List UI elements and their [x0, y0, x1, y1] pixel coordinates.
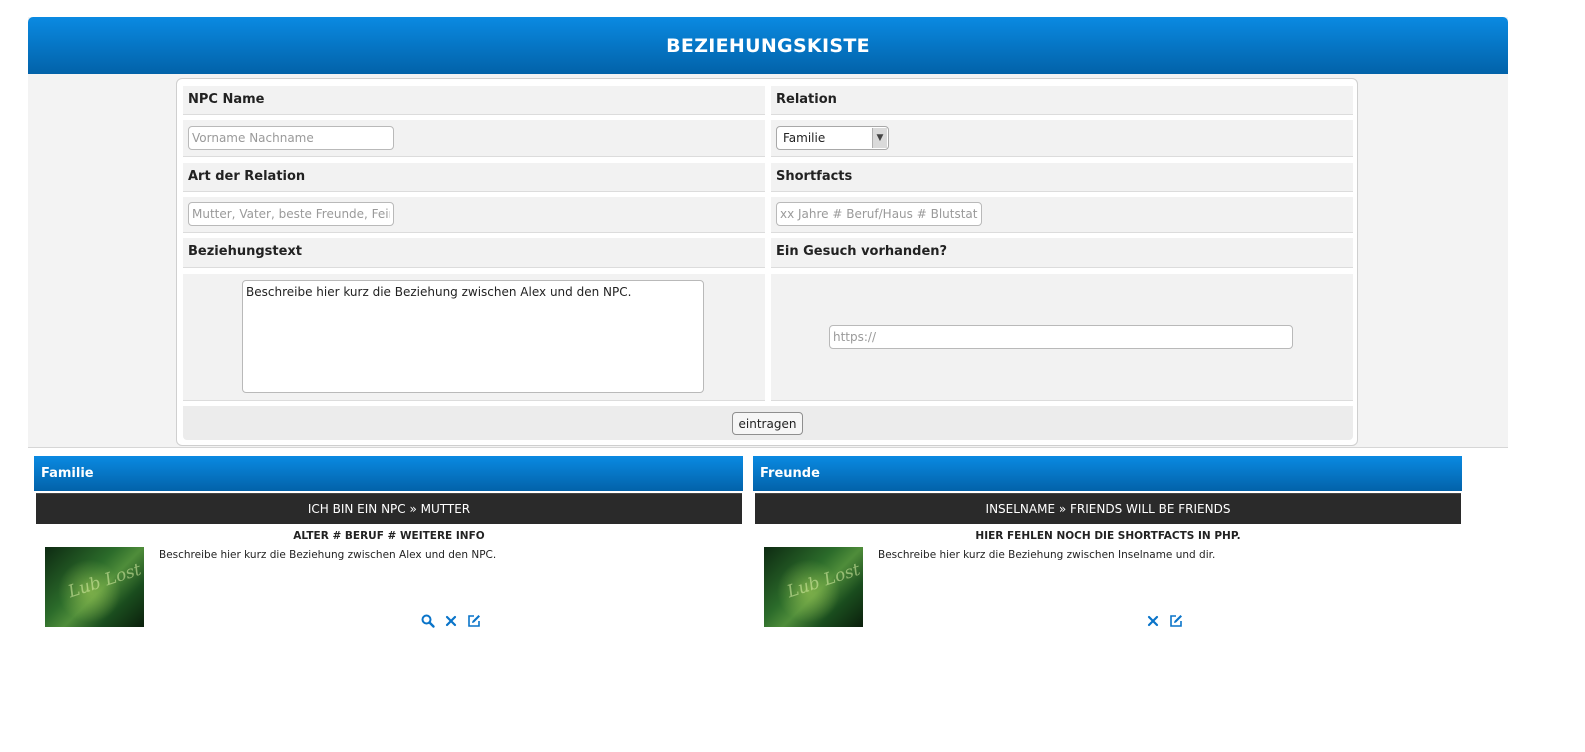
shortfacts-cell: [771, 197, 1353, 233]
beziehungstext-textarea[interactable]: Beschreibe hier kurz die Beziehung zwisc…: [242, 280, 704, 393]
gesuch-url-input[interactable]: [829, 325, 1293, 349]
entry-shortfacts: ALTER # BERUF # WEITERE INFO: [293, 530, 485, 542]
close-icon[interactable]: [443, 613, 459, 629]
npc-name-cell: [183, 120, 765, 157]
shortfacts-label: Shortfacts: [771, 163, 1353, 192]
relation-entry: ICH BIN EIN NPC » MUTTER ALTER # BERUF #…: [36, 493, 742, 633]
relation-entry: INSELNAME » FRIENDS WILL BE FRIENDS HIER…: [755, 493, 1461, 633]
close-icon[interactable]: [1145, 613, 1161, 629]
entry-body: Lub Lost Beschreibe hier kurz die Bezieh…: [755, 543, 1461, 633]
beziehungstext-cell: Beschreibe hier kurz die Beziehung zwisc…: [183, 274, 765, 401]
art-label: Art der Relation: [183, 163, 765, 192]
category-header-freunde: Freunde: [753, 456, 1462, 491]
art-input[interactable]: [188, 202, 394, 226]
edit-icon[interactable]: [1168, 613, 1184, 629]
gesuch-label: Ein Gesuch vorhanden?: [771, 238, 1353, 268]
entry-shortfacts: HIER FEHLEN NOCH DIE SHORTFACTS IN PHP.: [975, 530, 1241, 542]
category-header-familie: Familie: [34, 456, 743, 491]
chevron-down-icon: ▼: [872, 128, 887, 148]
relation-label: Relation: [771, 86, 1353, 115]
entry-actions: [1145, 613, 1187, 629]
npc-name-label: NPC Name: [183, 86, 765, 115]
relation-select-value: Familie: [783, 131, 826, 145]
relations-panel: BEZIEHUNGSKISTE NPC Name Relation Famili…: [28, 17, 1508, 448]
gesuch-cell: [771, 274, 1353, 401]
submit-row: eintragen: [183, 406, 1353, 440]
npc-avatar: Lub Lost: [45, 547, 144, 627]
search-icon[interactable]: [420, 613, 436, 629]
eintragen-button[interactable]: eintragen: [732, 412, 803, 435]
npc-name-input[interactable]: [188, 126, 394, 150]
entry-heading: ICH BIN EIN NPC » MUTTER: [36, 493, 742, 524]
entry-text: Beschreibe hier kurz die Beziehung zwisc…: [878, 549, 1216, 561]
art-cell: [183, 197, 765, 233]
add-relation-form: NPC Name Relation Familie ▼ Art der Rela…: [176, 78, 1358, 446]
relation-select[interactable]: Familie ▼: [776, 126, 889, 150]
entry-text: Beschreibe hier kurz die Beziehung zwisc…: [159, 549, 497, 561]
entry-heading: INSELNAME » FRIENDS WILL BE FRIENDS: [755, 493, 1461, 524]
entry-actions: [420, 613, 485, 629]
beziehungstext-label: Beziehungstext: [183, 238, 765, 268]
shortfacts-input[interactable]: [776, 202, 982, 226]
panel-title: BEZIEHUNGSKISTE: [28, 17, 1508, 74]
relation-cell: Familie ▼: [771, 120, 1353, 157]
npc-avatar: Lub Lost: [764, 547, 863, 627]
edit-icon[interactable]: [466, 613, 482, 629]
entry-body: Lub Lost Beschreibe hier kurz die Bezieh…: [36, 543, 742, 633]
